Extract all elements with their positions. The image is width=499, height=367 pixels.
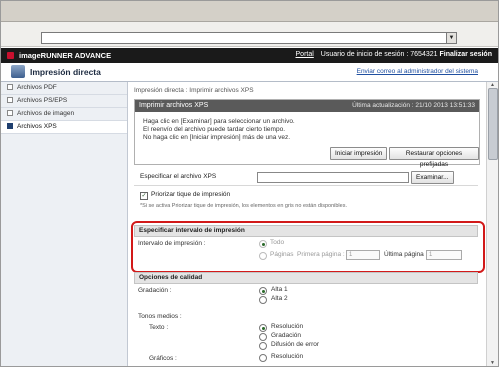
address-dropdown-icon[interactable]: ▼	[446, 33, 456, 43]
restore-defaults-button[interactable]: Restaurar opciones prefijadas	[389, 147, 479, 168]
bullet-icon	[7, 97, 13, 104]
file-label: Especificar el archivo XPS	[140, 173, 217, 180]
user-info: Usuario de inicio de sesión : 7654321	[320, 51, 438, 58]
quality-section-title: Opciones de calidad	[134, 272, 478, 284]
browse-button[interactable]: Examinar...	[411, 171, 454, 184]
panel-header: Imprimir archivos XPS Última actualizaci…	[135, 100, 479, 112]
sidebar-item-xps[interactable]: Archivos XPS	[1, 121, 127, 134]
scroll-thumb[interactable]	[488, 88, 498, 160]
gradation-high1-radio[interactable]	[259, 287, 267, 295]
graphics-resolution-label: Resolución	[271, 353, 304, 360]
sidebar-item-label: Archivos PDF	[17, 84, 57, 91]
start-print-button[interactable]: Iniciar impresión	[330, 147, 388, 160]
highlight-box	[131, 221, 485, 273]
vertical-scrollbar[interactable]: ▲ ▼	[486, 82, 498, 366]
sidebar-item-label: Archivos de imagen	[17, 110, 75, 117]
browser-window: ▼ imageRUNNER ADVANCE Portal Usuario de …	[0, 0, 499, 367]
page-title: Impresión directa	[30, 67, 101, 77]
scroll-down-icon[interactable]: ▼	[488, 360, 497, 366]
sidebar-item-pdf[interactable]: Archivos PDF	[1, 82, 127, 95]
instruction-line: El reenvío del archivo puede tardar cier…	[143, 126, 285, 133]
sidebar: Archivos PDF Archivos PS/EPS Archivos de…	[1, 82, 128, 366]
address-bar-row: ▼	[1, 22, 498, 47]
graphics-label: Gráficos :	[149, 355, 177, 362]
panel-title: Imprimir archivos XPS	[139, 102, 209, 109]
portal-link[interactable]: Portal	[296, 51, 314, 58]
text-error-diffusion-label: Difusión de error	[271, 341, 320, 348]
gradation-label: Gradación :	[138, 287, 172, 294]
sidebar-item-label: Archivos PS/EPS	[17, 97, 68, 104]
gradation-high1-label: Alta 1	[271, 286, 288, 293]
sidebar-item-image[interactable]: Archivos de imagen	[1, 108, 127, 121]
file-row: Especificar el archivo XPS Examinar...	[134, 168, 478, 186]
bullet-icon	[7, 84, 13, 91]
quality-section: Opciones de calidad Gradación : Alta 1 A…	[134, 272, 478, 366]
gradation-high2-label: Alta 2	[271, 295, 288, 302]
brand-name: imageRUNNER ADVANCE	[19, 51, 112, 60]
main-content: Impresión directa : Imprimir archivos XP…	[128, 82, 485, 366]
bullet-icon	[7, 123, 13, 130]
gradation-high2-radio[interactable]	[259, 296, 267, 304]
app-header: Impresión directa Enviar correo al admin…	[1, 63, 498, 82]
top-header: imageRUNNER ADVANCE Portal Usuario de in…	[1, 48, 498, 63]
panel-instructions: Haga clic en [Examinar] para seleccionar…	[135, 112, 479, 148]
canon-logo-icon	[7, 52, 14, 59]
text-label: Texto :	[149, 324, 169, 331]
priority-label: Priorizar tique de impresión	[151, 191, 231, 198]
sidebar-item-ps-eps[interactable]: Archivos PS/EPS	[1, 95, 127, 108]
priority-note: *Si se activa Priorizar tique de impresi…	[140, 203, 347, 209]
address-bar[interactable]: ▼	[41, 32, 457, 44]
breadcrumb: Impresión directa : Imprimir archivos XP…	[134, 87, 254, 94]
halftones-label: Tonos medios :	[138, 313, 182, 320]
text-gradation-radio[interactable]	[259, 333, 267, 341]
print-xps-panel: Imprimir archivos XPS Última actualizaci…	[134, 99, 480, 168]
graphics-resolution-radio[interactable]	[259, 354, 267, 362]
bullet-icon	[7, 110, 13, 117]
instruction-line: No haga clic en [Iniciar impresión] más …	[143, 134, 291, 141]
email-admin-link[interactable]: Enviar correo al administrador del siste…	[357, 68, 478, 75]
text-gradation-label: Gradación	[271, 332, 301, 339]
last-update: Última actualización : 21/10 2013 13:51:…	[352, 102, 475, 109]
direct-print-icon	[11, 65, 25, 78]
instruction-line: Haga clic en [Examinar] para seleccionar…	[143, 118, 295, 125]
file-path-input[interactable]	[257, 172, 409, 183]
header-links: Portal Usuario de inicio de sesión : 765…	[296, 51, 492, 58]
priority-checkbox[interactable]: ✓	[140, 192, 148, 200]
text-resolution-label: Resolución	[271, 323, 304, 330]
text-resolution-radio[interactable]	[259, 324, 267, 332]
browser-toolbar	[1, 1, 498, 22]
text-error-diffusion-radio[interactable]	[259, 342, 267, 350]
sidebar-item-label: Archivos XPS	[17, 123, 57, 130]
logout-link[interactable]: Finalizar sesión	[439, 51, 492, 58]
